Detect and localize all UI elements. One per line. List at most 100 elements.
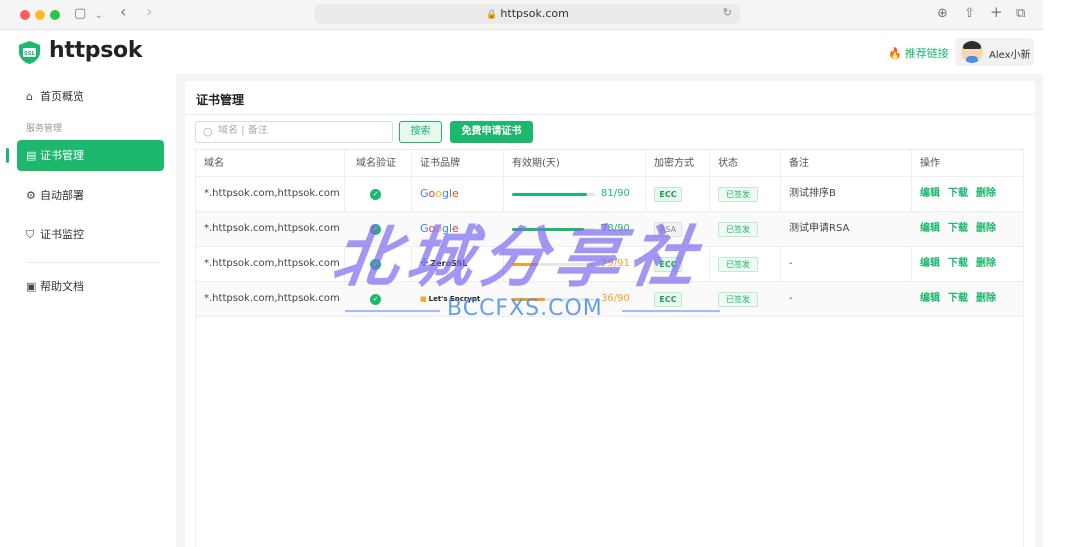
column-header: 状态 [718,158,738,169]
column-header: 加密方式 [654,158,694,169]
sidebar-item-label: 帮助文档 [40,280,84,293]
download-button[interactable]: 下载 [948,188,968,199]
note-cell: - [789,258,793,269]
sidebar-item-certificates[interactable]: ▤ 证书管理 [17,140,164,171]
logo-text[interactable]: httpsok [49,38,142,63]
table-row: *.httpsok.com,httpsok.com ✓ Google 81/90… [196,177,1023,212]
download-button[interactable]: 下载 [948,223,968,234]
book-icon: ▣ [26,280,37,293]
app-header [0,30,1043,74]
search-input[interactable] [218,125,388,136]
column-header: 证书品牌 [420,158,460,169]
sidebar-toggle-icon[interactable]: ▢ [74,6,86,22]
page-title: 证书管理 [196,93,245,107]
domain-cell: *.httpsok.com,httpsok.com [204,293,340,304]
column-header: 有效期(天) [512,158,560,169]
watermark-text: 北城分享社 [327,219,709,296]
reload-icon[interactable]: ↻ [723,6,732,19]
browser-toolbar: ▢ ⌄ ‹ › 🔒 httpsok.com ↻ ⊕ ⇧ + ⧉ [0,0,1043,30]
column-header: 域名 [204,158,224,169]
url-text: httpsok.com [500,7,569,20]
recommend-label: 推荐链接 [904,47,949,60]
sidebar-item-label: 自动部署 [40,189,84,202]
delete-button[interactable]: 删除 [976,188,996,199]
sidebar-item-label: 证书监控 [40,228,84,241]
sidebar-group-label: 服务管理 [26,124,63,134]
deploy-icon: ⚙ [26,189,36,202]
active-indicator [6,148,9,163]
avatar [961,41,983,63]
shield-icon: ⛉ [26,228,35,241]
watermark-line [622,310,720,312]
lock-icon: ■ [420,295,427,303]
note-cell: - [789,293,793,304]
edit-button[interactable]: 编辑 [920,258,940,269]
logo-shield-icon: SSL [19,41,40,64]
sidebar-item-docs[interactable]: ▣ 帮助文档 [17,271,164,302]
domain-cell: *.httpsok.com,httpsok.com [204,223,340,234]
search-button[interactable]: 搜索 [399,121,442,143]
status-badge: 已签发 [718,257,758,272]
search-icon: ○ [203,125,213,138]
domain-cell: *.httpsok.com,httpsok.com [204,258,340,269]
fire-icon: 🔥 [888,47,902,60]
new-tab-icon[interactable]: + [990,4,1003,20]
edit-button[interactable]: 编辑 [920,293,940,304]
user-name: Alex小新 [989,50,1031,61]
download-icon[interactable]: ⊕ [937,6,948,22]
validity-progress-fill [512,193,587,196]
status-badge: 已签发 [718,222,758,237]
recommend-link[interactable]: 🔥 推荐链接 [888,45,949,61]
download-button[interactable]: 下载 [948,293,968,304]
sidebar-divider [26,262,160,263]
validity-text: 81/90 [601,188,630,199]
sidebar-item-label: 首页概览 [40,90,84,103]
watermark-line [345,310,440,312]
encryption-badge: ECC [654,187,682,202]
lock-icon: 🔒 [486,10,498,20]
delete-button[interactable]: 删除 [976,258,996,269]
delete-button[interactable]: 删除 [976,223,996,234]
check-icon: ✓ [370,189,381,200]
search-box: ○ [195,121,393,143]
sidebar-item-label: 证书管理 [40,149,84,162]
download-button[interactable]: 下载 [948,258,968,269]
user-menu[interactable]: Alex小新 [955,38,1034,66]
validity-progress [512,193,595,196]
watermark-subtext: BCCFXS.COM [447,296,603,321]
forward-icon[interactable]: › [146,4,152,20]
row-actions: 编辑 下载 删除 [920,212,1004,246]
domain-cell: *.httpsok.com,httpsok.com [204,188,340,199]
home-icon: ⌂ [26,90,33,103]
tabs-overview-icon[interactable]: ⧉ [1016,6,1025,22]
delete-button[interactable]: 删除 [976,293,996,304]
svg-text:SSL: SSL [24,51,36,57]
minimize-window-button[interactable] [35,10,45,20]
brand-google: Google [420,187,459,200]
certificate-table: 域名 域名验证 证书品牌 有效期(天) 加密方式 状态 备注 操作 *.http… [195,149,1024,547]
sidebar-item-deploy[interactable]: ⚙ 自动部署 [17,180,164,211]
column-header: 域名验证 [356,158,396,169]
sidebar-item-monitor[interactable]: ⛉ 证书监控 [17,219,164,250]
note-cell: 测试申请RSA [789,223,850,234]
status-badge: 已签发 [718,292,758,307]
apply-certificate-button[interactable]: 免费申请证书 [450,121,533,143]
column-header: 操作 [920,158,940,169]
edit-button[interactable]: 编辑 [920,188,940,199]
table-header: 域名 域名验证 证书品牌 有效期(天) 加密方式 状态 备注 操作 [196,150,1023,177]
edit-button[interactable]: 编辑 [920,223,940,234]
chevron-down-icon[interactable]: ⌄ [95,8,103,24]
share-icon[interactable]: ⇧ [964,6,975,22]
title-divider [185,114,1035,115]
certificate-icon: ▤ [26,149,37,162]
row-actions: 编辑 下载 删除 [920,177,1004,211]
note-cell: 测试排序B [789,188,836,199]
back-icon[interactable]: ‹ [120,4,126,20]
maximize-window-button[interactable] [50,10,60,20]
row-actions: 编辑 下载 删除 [920,282,1004,316]
sidebar-item-home[interactable]: ⌂ 首页概览 [17,81,164,112]
close-window-button[interactable] [20,10,30,20]
status-badge: 已签发 [718,187,758,202]
address-bar[interactable]: 🔒 httpsok.com ↻ [315,4,740,24]
column-header: 备注 [789,158,809,169]
